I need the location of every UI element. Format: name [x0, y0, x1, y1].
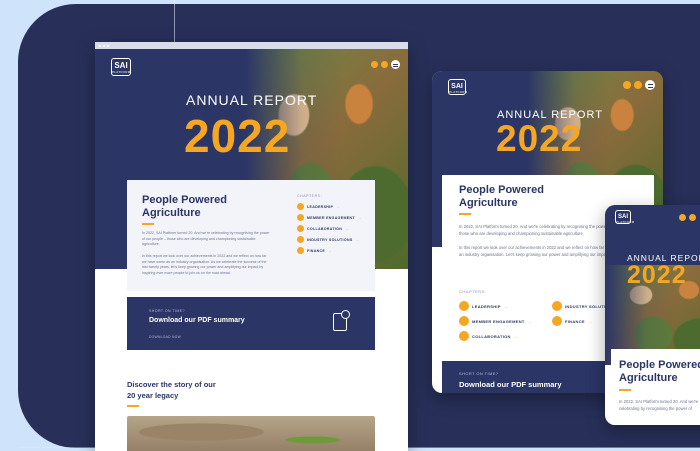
sai-logo[interactable]: SAI PLATFORM	[111, 58, 131, 76]
header-icons	[623, 80, 655, 90]
chapters-label: CHAPTERS:	[297, 194, 323, 198]
intro-title: People Powered Agriculture	[142, 194, 227, 219]
desktop-mockup: SAI PLATFORM ANNUAL REPORT 2022 People Po…	[95, 42, 408, 451]
hero-banner: SAIPLATFORM ANNUAL REPORT 2022	[605, 205, 700, 365]
sai-logo[interactable]: SAI PLATFORM	[615, 210, 634, 224]
intro-paragraph: In 2022, SAI Platform turned 20. And we'…	[142, 231, 270, 247]
finance-icon	[552, 316, 562, 326]
header-icons	[371, 60, 400, 69]
intro-paragraph-2: In this report we look over our achievem…	[142, 254, 267, 275]
menu-icon[interactable]	[391, 60, 400, 69]
legacy-photo	[127, 416, 375, 451]
twitter-icon[interactable]	[679, 214, 686, 221]
engagement-icon	[459, 316, 469, 326]
collaboration-icon	[459, 331, 469, 341]
chapter-collaboration[interactable]: COLLABORATION →	[459, 331, 518, 341]
chapter-leadership[interactable]: LEADERSHIP →	[459, 301, 508, 311]
solutions-icon	[552, 301, 562, 311]
finance-icon	[297, 247, 304, 254]
intro-card: People Powered Agriculture In 2022, SAI P…	[611, 349, 700, 425]
chapter-member-engagement[interactable]: MEMBER ENGAGEMENT →	[297, 214, 362, 221]
pdf-kicker: SHORT ON TIME?	[459, 371, 499, 376]
chapters-label: CHAPTERS:	[459, 289, 487, 294]
pdf-title: Download our PDF summary	[459, 380, 562, 389]
legacy-underline	[127, 405, 139, 407]
chapter-industry-solutions[interactable]: INDUSTRY SOLUTIONS →	[297, 236, 359, 243]
header-icons	[679, 214, 696, 221]
report-year: 2022	[496, 118, 583, 159]
menu-icon[interactable]	[645, 80, 655, 90]
leadership-icon	[459, 301, 469, 311]
linkedin-icon[interactable]	[689, 214, 696, 221]
legacy-heading: Discover the story of our 20 year legacy	[127, 380, 216, 400]
title-underline	[142, 223, 154, 225]
collaboration-icon	[297, 225, 304, 232]
report-year: 2022	[627, 261, 687, 289]
intro-title: People Powered Agriculture	[459, 184, 544, 209]
chapter-finance[interactable]: FINANCE →	[552, 316, 592, 326]
chapter-leadership[interactable]: LEADERSHIP →	[297, 203, 340, 210]
annual-report-label: ANNUAL REPORT	[186, 92, 318, 108]
chapter-collaboration[interactable]: COLLABORATION →	[297, 225, 349, 232]
intro-card: People Powered Agriculture In 2022, SAI P…	[127, 180, 375, 291]
pdf-kicker: SHORT ON TIME?	[149, 309, 185, 313]
linkedin-icon[interactable]	[381, 61, 388, 68]
download-icon	[341, 310, 350, 319]
intro-title: People Powered Agriculture	[619, 359, 700, 384]
sai-logo[interactable]: SAI PLATFORM	[448, 79, 467, 95]
linkedin-icon[interactable]	[634, 81, 642, 89]
pdf-download-banner[interactable]: SHORT ON TIME? Download our PDF summary …	[127, 297, 375, 350]
phone-mockup: SAIPLATFORM ANNUAL REPORT 2022 People Po…	[605, 205, 700, 425]
pdf-title: Download our PDF summary	[149, 317, 245, 324]
title-underline	[619, 389, 631, 391]
chapter-member-engagement[interactable]: MEMBER ENGAGEMENT →	[459, 316, 532, 326]
report-year: 2022	[184, 110, 291, 162]
solutions-icon	[297, 236, 304, 243]
leadership-icon	[297, 203, 304, 210]
browser-bar	[95, 42, 408, 49]
intro-paragraph: In 2022, SAI Platform turned 20. And we'…	[619, 399, 699, 411]
download-link[interactable]: DOWNLOAD NOW	[149, 335, 181, 339]
title-underline	[459, 213, 471, 215]
twitter-icon[interactable]	[623, 81, 631, 89]
chapter-finance[interactable]: FINANCE →	[297, 247, 332, 254]
twitter-icon[interactable]	[371, 61, 378, 68]
engagement-icon	[297, 214, 304, 221]
